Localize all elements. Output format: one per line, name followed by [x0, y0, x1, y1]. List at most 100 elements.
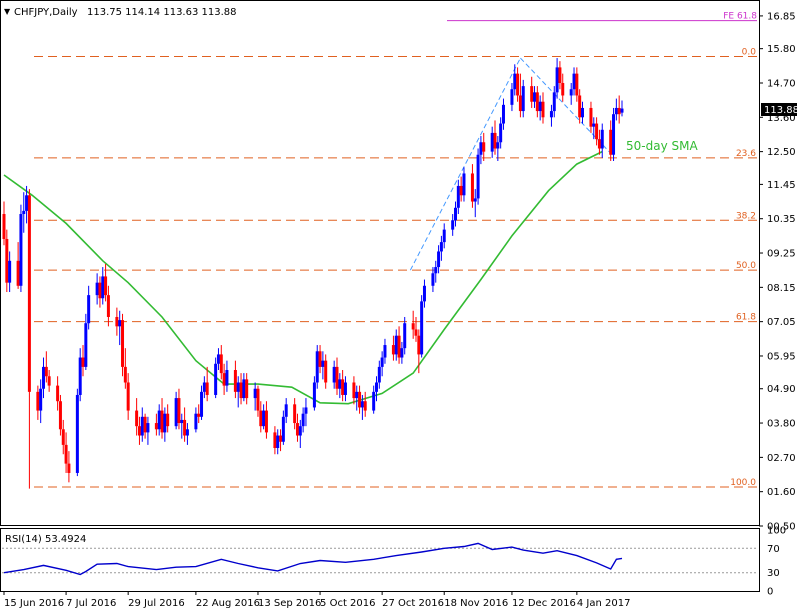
candle-body: [301, 413, 305, 427]
candle-body: [374, 382, 378, 392]
rsi-tick-label: 70: [767, 544, 780, 555]
candle-body: [115, 316, 119, 327]
candle-body: [459, 185, 463, 196]
candle-body: [121, 320, 125, 367]
candle-body: [383, 345, 387, 358]
candle-body: [19, 214, 23, 286]
candle-body: [101, 276, 105, 299]
candle-body: [417, 335, 421, 355]
candle-body: [64, 444, 68, 464]
candle-body: [236, 382, 240, 392]
x-tick-label: 15 Jun 2016: [4, 598, 64, 609]
candle-body: [513, 73, 517, 90]
candle-body: [589, 107, 593, 127]
candle-body: [439, 242, 443, 252]
candle-body: [137, 426, 141, 436]
date-axis: 15 Jun 2016 7 Jul 2016 29 Jul 2016 22 Aug 2…: [3, 591, 630, 609]
x-tick-label: 12 Dec 2016: [512, 598, 576, 609]
candle-body: [321, 360, 325, 367]
candle-body: [174, 398, 178, 427]
candle-body: [510, 89, 514, 105]
candle-body: [499, 123, 503, 143]
chfjpy-chart: 0.0 23.6 38.2 50.0 61.8 100.0 FE 61.8 16.85 15.…: [0, 0, 799, 609]
candle-body: [372, 391, 376, 411]
candle-body: [538, 101, 542, 112]
y-tick-label: 03.80: [767, 419, 796, 430]
candle-body: [135, 410, 139, 427]
fib-label-0.0: 0.0: [742, 47, 757, 57]
candle-body: [315, 351, 319, 383]
candle-body: [160, 410, 164, 433]
candle-body: [470, 173, 474, 202]
candle-body: [304, 407, 308, 414]
candle-body: [126, 382, 130, 411]
candle-body: [56, 385, 60, 402]
candle-body: [87, 295, 91, 324]
y-tick-label: 15.80: [767, 44, 796, 55]
candle-body: [185, 429, 189, 436]
y-tick-label: 02.70: [767, 453, 796, 464]
candle-body: [597, 139, 601, 149]
candle-body: [123, 366, 127, 383]
candle-body: [293, 404, 297, 424]
candle-body: [352, 382, 356, 399]
y-tick-label: 04.90: [767, 384, 796, 395]
candle-body: [8, 260, 12, 283]
candle-body: [216, 354, 220, 364]
header-triangle: ▼: [4, 7, 11, 16]
candle-body: [400, 348, 404, 358]
candle-body: [163, 413, 167, 433]
candle-body: [22, 210, 26, 215]
candle-body: [202, 382, 206, 392]
candle-body: [78, 357, 82, 395]
candle-body: [380, 357, 384, 367]
fib-label-50.0: 50.0: [736, 261, 756, 271]
candle-body: [437, 251, 441, 268]
candle-body: [332, 366, 336, 383]
candle-body: [569, 89, 573, 96]
candle-body: [214, 363, 218, 395]
candle-body: [377, 366, 381, 383]
candle-body: [595, 123, 599, 140]
current-price-label: 113.88: [764, 105, 799, 116]
y-tick-label: 14.70: [767, 78, 796, 89]
candle-body: [391, 345, 395, 355]
candle-body: [225, 370, 229, 386]
candle-body: [259, 410, 263, 427]
candle-body: [233, 370, 237, 392]
candle-body: [276, 435, 280, 449]
x-tick-label: 18 Nov 2016: [444, 598, 508, 609]
candle-body: [533, 92, 537, 102]
candle-body: [42, 366, 46, 389]
candle-body: [490, 132, 494, 152]
candle-body: [256, 388, 260, 411]
y-tick-label: 07.05: [767, 317, 796, 328]
candle-body: [479, 142, 483, 155]
candle-body: [177, 398, 181, 424]
candle-body: [414, 329, 418, 336]
y-tick-label: 10.35: [767, 214, 796, 225]
candle-body: [496, 142, 500, 149]
candle-body: [222, 373, 226, 386]
candle-body: [355, 391, 359, 399]
x-tick-label: 7 Jul 2016: [66, 598, 116, 609]
candle-body: [363, 401, 367, 411]
x-tick-label: 22 Aug 2016: [196, 598, 260, 609]
x-tick-label: 27 Oct 2016: [382, 598, 444, 609]
candle-body: [318, 351, 322, 367]
candle-body: [47, 376, 51, 386]
candle-body: [281, 416, 285, 442]
fib-label-38.2: 38.2: [736, 211, 756, 221]
candle-body: [454, 207, 458, 221]
candle-body: [154, 423, 158, 430]
x-tick-label: 5 Oct 2016: [320, 598, 375, 609]
candle-body: [98, 282, 102, 299]
candle-body: [442, 229, 446, 243]
candle-body: [516, 73, 520, 96]
candle-body: [462, 173, 466, 196]
candle-body: [394, 335, 398, 355]
fib-label-23.6: 23.6: [736, 149, 756, 159]
candle-body: [555, 67, 559, 93]
candle-body: [61, 429, 65, 445]
sma-label: 50-day SMA: [626, 139, 698, 153]
